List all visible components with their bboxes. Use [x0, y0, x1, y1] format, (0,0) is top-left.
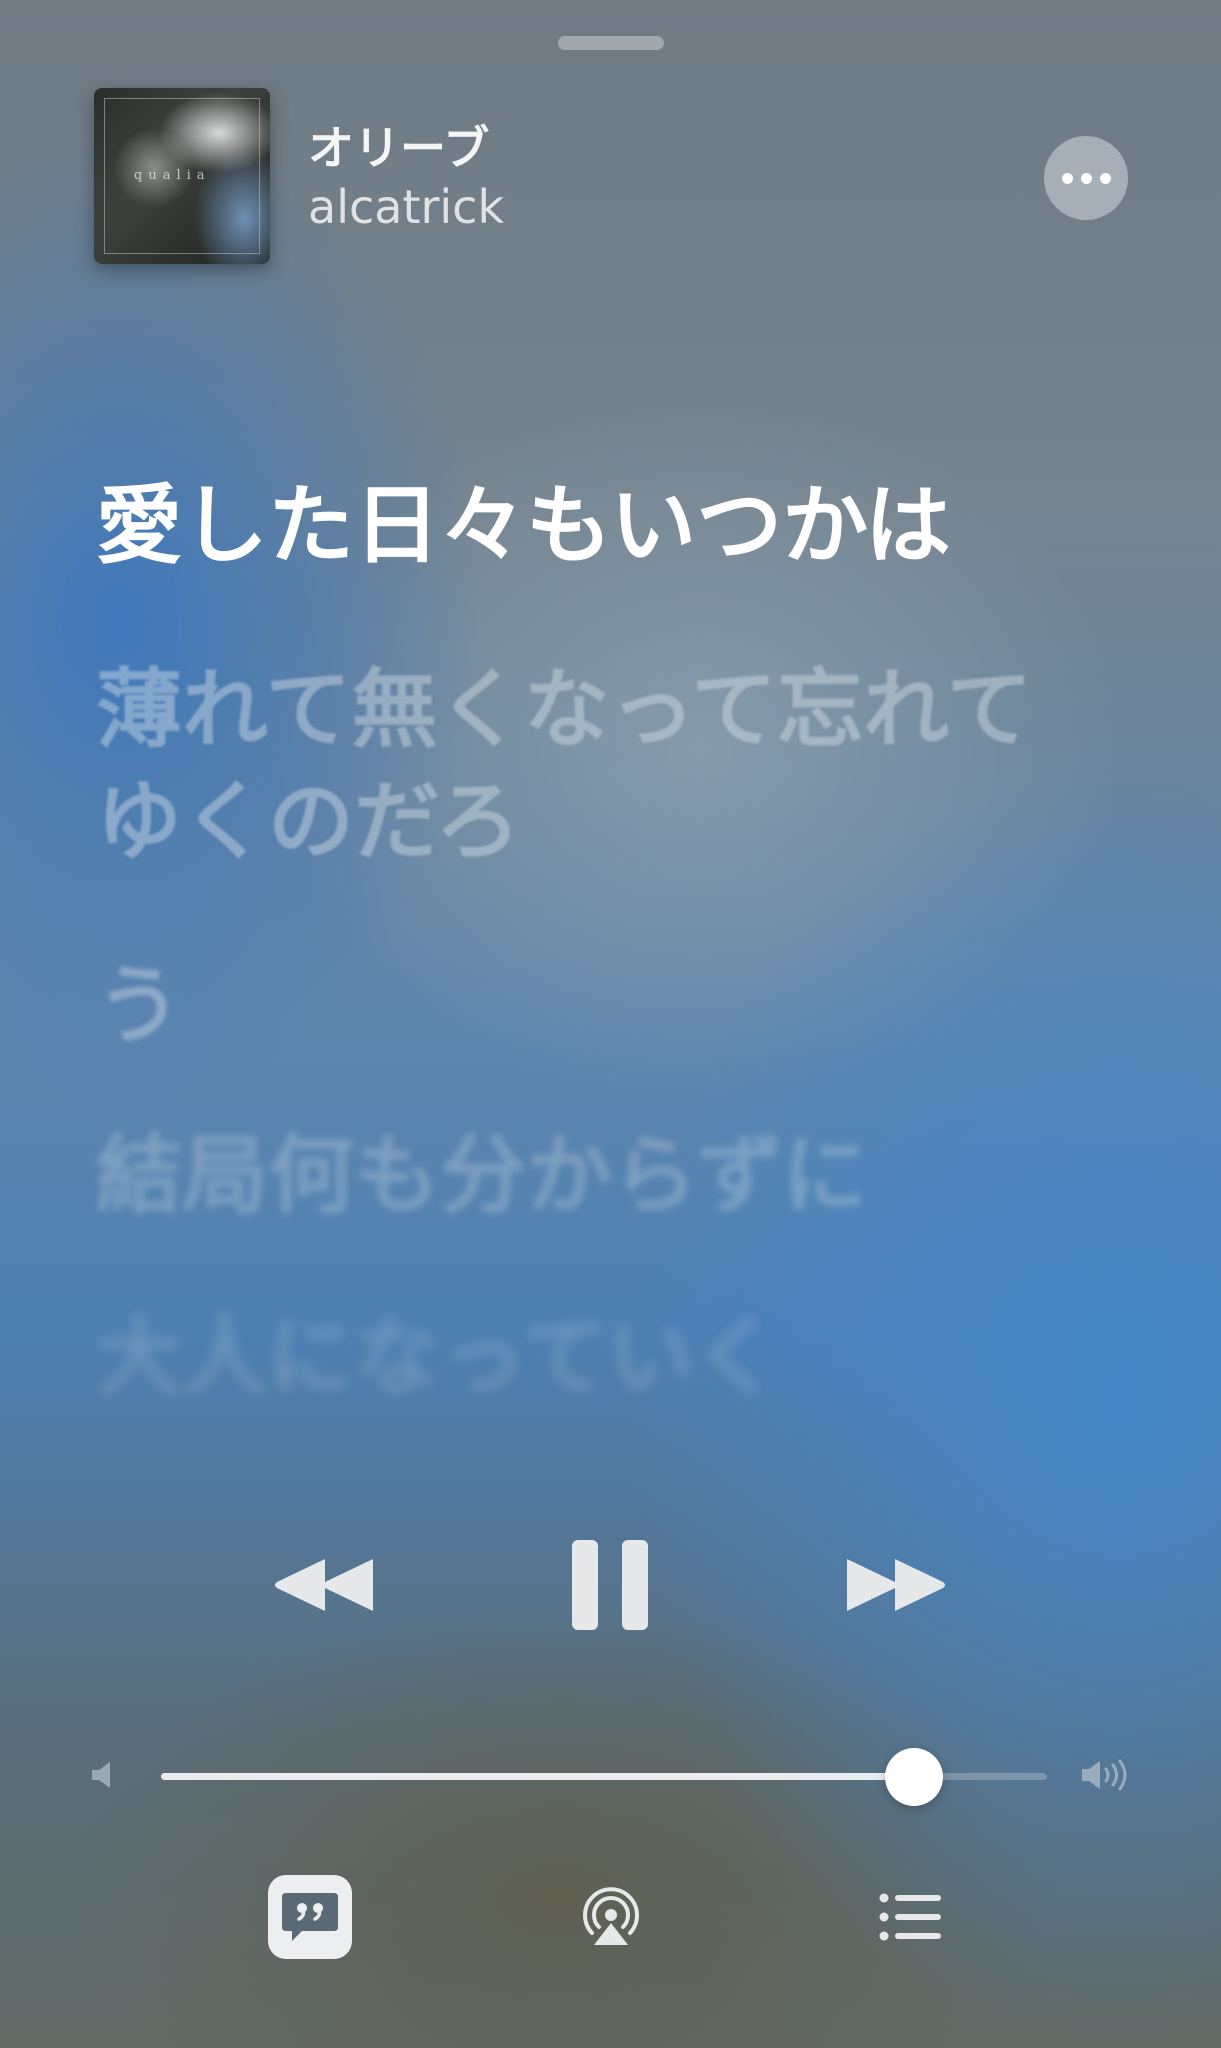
ellipsis-icon: [1099, 172, 1111, 184]
pause-icon: [572, 1540, 648, 1630]
album-artwork[interactable]: qualia: [94, 88, 270, 264]
speaker-high-icon: [1080, 1758, 1136, 1792]
airplay-audio-icon: [583, 1887, 639, 1945]
playback-controls: [0, 1530, 1221, 1640]
volume-control: [90, 1746, 1140, 1806]
more-options-button[interactable]: [1044, 136, 1128, 220]
rewind-icon: [275, 1559, 373, 1611]
now-playing-screen: qualia オリーブ alcatrick 愛した日々もいつかは 薄れて無くなっ…: [0, 0, 1221, 2048]
song-artist[interactable]: alcatrick: [308, 180, 504, 234]
artwork-text: qualia: [134, 168, 211, 183]
play-pause-button[interactable]: [550, 1530, 670, 1640]
lyric-line[interactable]: 薄れて無くなって忘れて: [96, 654, 1116, 766]
lyrics-quote-icon: [268, 1875, 352, 1959]
lyric-line[interactable]: う: [96, 950, 1116, 1062]
lyric-line[interactable]: 大人になっていく: [96, 1302, 1116, 1414]
fast-forward-icon: [847, 1559, 945, 1611]
lyric-line-current[interactable]: 愛した日々もいつかは: [96, 470, 1116, 582]
speaker-low-icon: [90, 1758, 120, 1792]
previous-track-button[interactable]: [260, 1530, 390, 1640]
volume-slider-thumb[interactable]: [885, 1748, 944, 1806]
song-title: オリーブ: [308, 121, 490, 175]
next-track-button[interactable]: [830, 1530, 960, 1640]
sheet-grabber[interactable]: [558, 36, 664, 50]
ellipsis-icon: [1080, 172, 1092, 184]
volume-slider[interactable]: [161, 1748, 1047, 1806]
lyrics-button[interactable]: [265, 1872, 355, 1962]
queue-list-icon: [879, 1893, 941, 1941]
queue-button[interactable]: [866, 1872, 956, 1962]
bottom-toolbar: [0, 1872, 1221, 1962]
ellipsis-icon: [1061, 172, 1073, 184]
lyrics-view[interactable]: 愛した日々もいつかは 薄れて無くなって忘れて ゆくのだろ う 結局何も分からずに…: [96, 470, 1116, 1414]
lyric-line[interactable]: ゆくのだろ: [96, 766, 1116, 878]
airplay-button[interactable]: [566, 1872, 656, 1962]
volume-slider-fill: [161, 1773, 915, 1780]
lyric-line[interactable]: 結局何も分からずに: [96, 1120, 1116, 1232]
